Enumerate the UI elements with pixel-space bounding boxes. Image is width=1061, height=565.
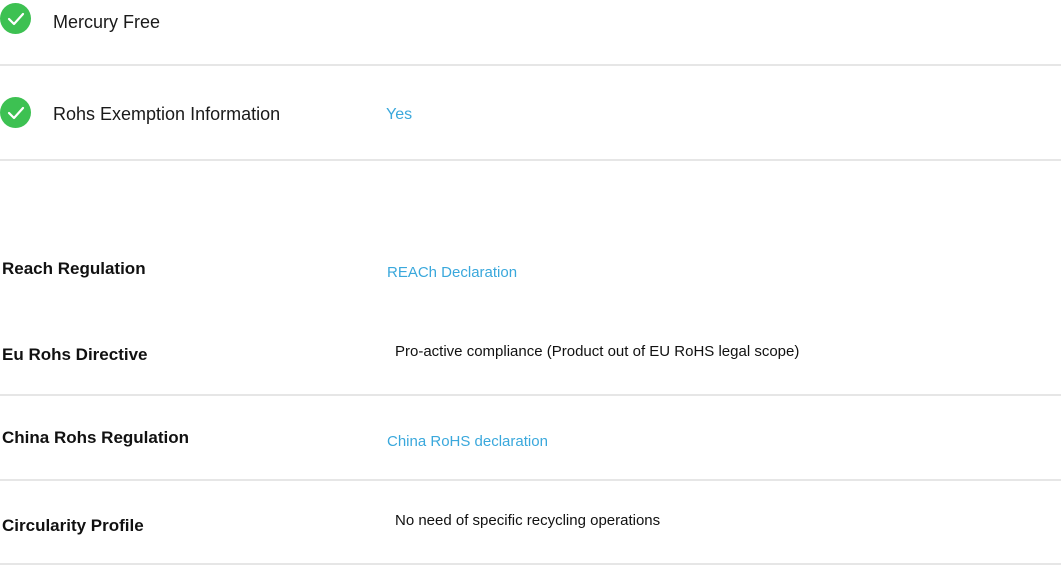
mercury-free-label: Mercury Free bbox=[53, 12, 161, 32]
rohs-exemption-row: Rohs Exemption Information Yes bbox=[0, 66, 1061, 161]
circularity-profile-row: Circularity Profile No need of specific … bbox=[0, 481, 1061, 565]
reach-regulation-label: Reach Regulation bbox=[2, 259, 146, 278]
china-rohs-regulation-label: China Rohs Regulation bbox=[2, 428, 189, 447]
eu-rohs-directive-label: Eu Rohs Directive bbox=[2, 345, 148, 364]
rohs-exemption-value-link[interactable]: Yes bbox=[386, 105, 412, 125]
mercury-free-row: Mercury Free bbox=[0, 0, 1061, 66]
eu-rohs-directive-value: Pro-active compliance (Product out of EU… bbox=[395, 343, 800, 360]
china-rohs-regulation-row: China Rohs Regulation China RoHS declara… bbox=[0, 396, 1061, 481]
circularity-profile-label: Circularity Profile bbox=[2, 516, 144, 535]
check-circle-icon bbox=[0, 97, 31, 128]
check-circle-icon bbox=[0, 3, 31, 34]
environmental-compliance-panel: Mercury Free Rohs Exemption Information … bbox=[0, 0, 1061, 565]
china-rohs-declaration-link[interactable]: China RoHS declaration bbox=[387, 433, 548, 451]
rohs-exemption-label: Rohs Exemption Information bbox=[53, 104, 281, 124]
reach-declaration-link[interactable]: REACh Declaration bbox=[387, 264, 517, 282]
eu-rohs-directive-row: Eu Rohs Directive Pro-active compliance … bbox=[0, 311, 1061, 396]
reach-regulation-row: Reach Regulation REACh Declaration bbox=[0, 225, 1061, 311]
circularity-profile-value: No need of specific recycling operations bbox=[395, 512, 661, 529]
